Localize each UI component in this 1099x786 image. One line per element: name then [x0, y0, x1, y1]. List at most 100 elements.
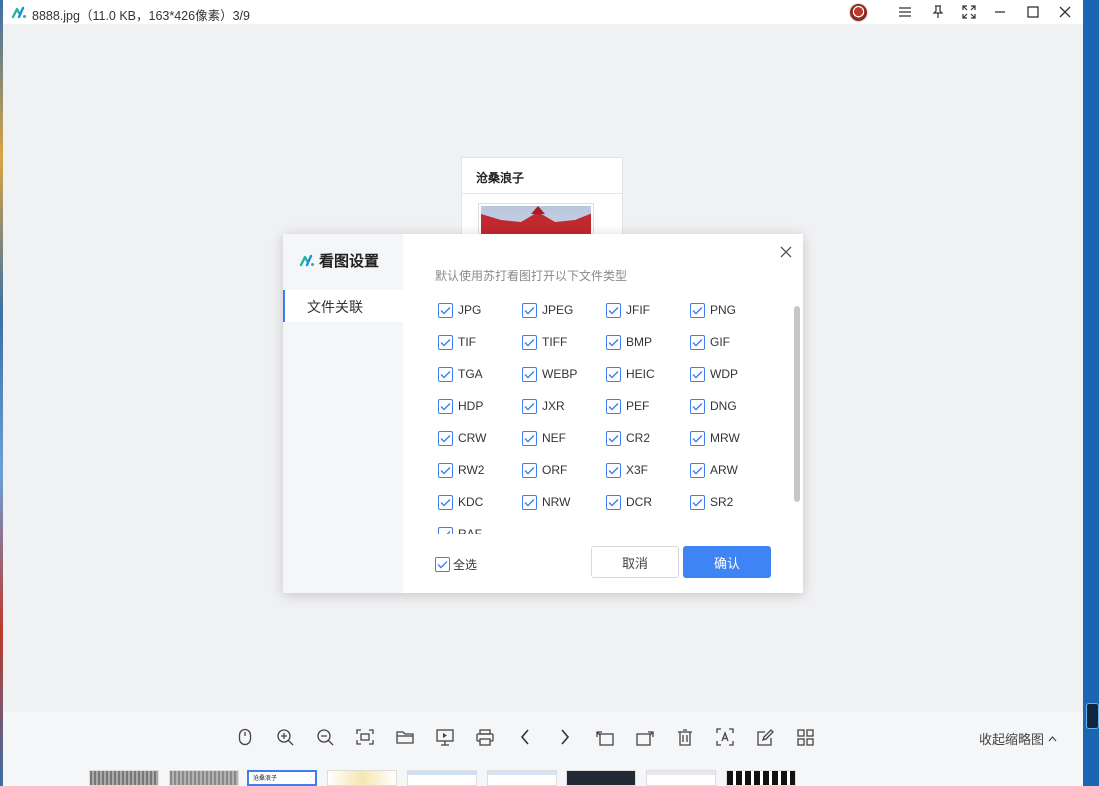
grid-view-icon[interactable] [793, 725, 817, 749]
slideshow-icon[interactable] [433, 725, 457, 749]
dialog-close-icon[interactable] [777, 243, 795, 261]
checkbox-checked-icon[interactable] [438, 462, 453, 478]
file-type-option-dng[interactable]: DNG [685, 390, 769, 422]
file-type-option-nrw[interactable]: NRW [517, 486, 601, 518]
thumbnail-item[interactable] [726, 770, 796, 786]
checkbox-checked-icon[interactable] [522, 398, 537, 414]
checkbox-checked-icon[interactable] [522, 334, 537, 350]
collapse-thumbnails-button[interactable]: 收起缩略图 [979, 729, 1057, 748]
file-type-option-tga[interactable]: TGA [433, 358, 517, 390]
file-type-option-gif[interactable]: GIF [685, 326, 769, 358]
file-type-option-mrw[interactable]: MRW [685, 422, 769, 454]
checkbox-checked-icon[interactable] [606, 430, 621, 446]
file-type-option-sr2[interactable]: SR2 [685, 486, 769, 518]
thumbnail-item[interactable] [89, 770, 159, 786]
file-type-option-jfif[interactable]: JFIF [601, 294, 685, 326]
confirm-button[interactable]: 确认 [683, 546, 771, 578]
file-type-option-cr2[interactable]: CR2 [601, 422, 685, 454]
checkbox-checked-icon[interactable] [522, 366, 537, 382]
file-type-option-webp[interactable]: WEBP [517, 358, 601, 390]
file-type-option-jxr[interactable]: JXR [517, 390, 601, 422]
thumbnail-item[interactable] [646, 770, 716, 786]
file-type-option-tiff[interactable]: TIFF [517, 326, 601, 358]
checkbox-checked-icon[interactable] [690, 366, 705, 382]
file-type-option-crw[interactable]: CRW [433, 422, 517, 454]
mouse-icon[interactable] [233, 725, 257, 749]
file-type-option-pef[interactable]: PEF [601, 390, 685, 422]
checkbox-checked-icon[interactable] [606, 494, 621, 510]
checkbox-checked-icon[interactable] [606, 462, 621, 478]
nav-file-association[interactable]: 文件关联 [283, 290, 403, 322]
next-icon[interactable] [553, 725, 577, 749]
thumbnail-item[interactable] [487, 770, 557, 786]
checkbox-checked-icon[interactable] [438, 526, 453, 534]
checkbox-checked-icon[interactable] [606, 334, 621, 350]
checkbox-checked-icon[interactable] [435, 557, 450, 572]
cancel-button[interactable]: 取消 [591, 546, 679, 578]
checkbox-checked-icon[interactable] [522, 430, 537, 446]
file-type-option-rw2[interactable]: RW2 [433, 454, 517, 486]
select-all-checkbox[interactable]: 全选 [435, 556, 477, 573]
fit-screen-icon[interactable] [353, 725, 377, 749]
rotate-right-icon[interactable] [633, 725, 657, 749]
file-type-option-dcr[interactable]: DCR [601, 486, 685, 518]
bottom-toolbar: 收起缩略图 [3, 712, 1083, 762]
zoom-out-icon[interactable] [313, 725, 337, 749]
thumbnail-item-active[interactable]: 沧桑浪子 [247, 770, 317, 786]
fullscreen-icon[interactable] [958, 2, 980, 22]
thumbnail-item[interactable] [327, 770, 397, 786]
file-type-option-bmp[interactable]: BMP [601, 326, 685, 358]
file-type-option-orf[interactable]: ORF [517, 454, 601, 486]
file-type-scrollbar[interactable] [794, 306, 800, 502]
file-type-option-x3f[interactable]: X3F [601, 454, 685, 486]
zoom-in-icon[interactable] [273, 725, 297, 749]
checkbox-checked-icon[interactable] [438, 430, 453, 446]
close-window-icon[interactable] [1054, 2, 1076, 22]
file-type-option-wdp[interactable]: WDP [685, 358, 769, 390]
file-type-option-arw[interactable]: ARW [685, 454, 769, 486]
file-type-option-tif[interactable]: TIF [433, 326, 517, 358]
checkbox-checked-icon[interactable] [690, 494, 705, 510]
previous-icon[interactable] [513, 725, 537, 749]
checkbox-checked-icon[interactable] [522, 494, 537, 510]
thumbnail-item[interactable] [566, 770, 636, 786]
checkbox-checked-icon[interactable] [606, 366, 621, 382]
checkbox-checked-icon[interactable] [438, 366, 453, 382]
thumbnail-item[interactable] [407, 770, 477, 786]
file-type-option-nef[interactable]: NEF [517, 422, 601, 454]
checkbox-checked-icon[interactable] [690, 430, 705, 446]
checkbox-checked-icon[interactable] [690, 462, 705, 478]
checkbox-checked-icon[interactable] [438, 494, 453, 510]
checkbox-checked-icon[interactable] [522, 302, 537, 318]
file-type-option-jpeg[interactable]: JPEG [517, 294, 601, 326]
checkbox-checked-icon[interactable] [690, 302, 705, 318]
file-type-option-raf[interactable]: RAF [433, 518, 517, 534]
file-type-option-kdc[interactable]: KDC [433, 486, 517, 518]
edit-icon[interactable] [753, 725, 777, 749]
file-type-option-heic[interactable]: HEIC [601, 358, 685, 390]
delete-icon[interactable] [673, 725, 697, 749]
minimize-icon[interactable] [989, 2, 1011, 22]
pin-icon[interactable] [927, 2, 949, 22]
maximize-icon[interactable] [1022, 2, 1044, 22]
print-icon[interactable] [473, 725, 497, 749]
collapse-thumbnails-label: 收起缩略图 [979, 732, 1045, 747]
checkbox-checked-icon[interactable] [438, 398, 453, 414]
rotate-left-icon[interactable] [593, 725, 617, 749]
checkbox-checked-icon[interactable] [690, 398, 705, 414]
checkbox-checked-icon[interactable] [438, 302, 453, 318]
ocr-icon[interactable] [713, 725, 737, 749]
file-type-option-jpg[interactable]: JPG [433, 294, 517, 326]
open-folder-icon[interactable] [393, 725, 417, 749]
checkbox-checked-icon[interactable] [690, 334, 705, 350]
checkbox-checked-icon[interactable] [522, 462, 537, 478]
desktop-widget[interactable] [1086, 703, 1099, 729]
user-avatar[interactable] [849, 3, 868, 22]
checkbox-checked-icon[interactable] [438, 334, 453, 350]
checkbox-checked-icon[interactable] [606, 302, 621, 318]
menu-icon[interactable] [894, 2, 916, 22]
file-type-option-hdp[interactable]: HDP [433, 390, 517, 422]
checkbox-checked-icon[interactable] [606, 398, 621, 414]
file-type-option-png[interactable]: PNG [685, 294, 769, 326]
thumbnail-item[interactable] [169, 770, 239, 786]
